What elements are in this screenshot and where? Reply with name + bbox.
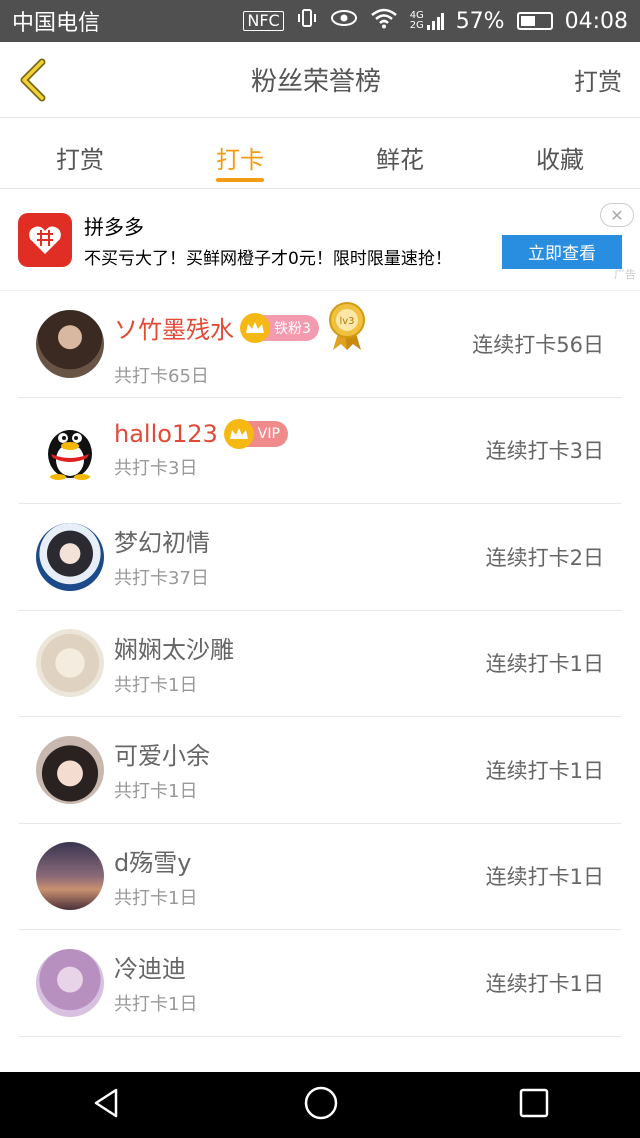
- fan-badge-label: 铁粉3: [274, 320, 311, 337]
- list-item[interactable]: d殇雪y 共打卡1日 连续打卡1日: [18, 824, 622, 930]
- avatar: [36, 735, 104, 804]
- user-name: d殇雪y: [114, 848, 192, 877]
- total-checkins: 共打卡1日: [114, 781, 198, 803]
- total-checkins: 共打卡1日: [114, 887, 198, 909]
- fan-badge: 铁粉3: [240, 312, 319, 343]
- system-nav-bar: [0, 1072, 640, 1138]
- user-name: 冷迪迪: [114, 955, 186, 984]
- ad-banner[interactable]: 拼多多 不买亏大了！买鲜网橙子才0元！限时限量速抢！ 立即查看 ✕ 广告: [0, 189, 640, 291]
- page-title: 粉丝荣誉榜: [250, 67, 381, 97]
- nav-recents-icon[interactable]: [518, 1087, 550, 1123]
- list-item[interactable]: 可爱小余 共打卡1日 连续打卡1日: [18, 717, 622, 824]
- eye-icon: [330, 8, 358, 34]
- wifi-icon: [370, 7, 398, 35]
- ad-close-icon[interactable]: ✕: [600, 203, 634, 227]
- tab-flowers[interactable]: 鲜花: [320, 118, 480, 188]
- nfc-icon: NFC: [243, 11, 284, 31]
- total-checkins: 共打卡3日: [114, 458, 198, 480]
- user-name: ソ竹墨残水: [114, 316, 234, 345]
- level-medal-label: lv3: [339, 316, 354, 327]
- avatar: [36, 629, 104, 698]
- total-checkins: 共打卡1日: [114, 674, 198, 696]
- status-icons: NFC 4G 2G 57% 04:08: [243, 7, 628, 35]
- tab-reward[interactable]: 打赏: [0, 118, 160, 188]
- ad-description: 不买亏大了！买鲜网橙子才0元！限时限量速抢！: [84, 248, 452, 269]
- avatar: [36, 522, 104, 591]
- vibrate-icon: [296, 7, 318, 35]
- avatar: [36, 416, 104, 485]
- list-item[interactable]: hallo123 VIP 共打卡3日 连续打卡3日: [18, 398, 622, 504]
- tab-checkin[interactable]: 打卡: [160, 118, 320, 188]
- avatar: [36, 948, 104, 1017]
- ad-cta-button[interactable]: 立即查看: [502, 234, 622, 269]
- user-name: 梦幻初情: [114, 529, 210, 558]
- total-checkins: 共打卡1日: [114, 994, 198, 1016]
- streak-label: 连续打卡3日: [485, 439, 604, 464]
- level-medal-icon: lv3: [327, 300, 367, 356]
- ad-title: 拼多多: [84, 214, 144, 239]
- streak-label: 连续打卡1日: [485, 758, 604, 783]
- checkin-ranking-list: ソ竹墨残水 铁粉3 lv3 共打卡65日 连续打卡56日 hallo123 VI…: [0, 291, 640, 1037]
- tab-bar: 打赏 打卡 鲜花 收藏: [0, 118, 640, 189]
- network-type-label: 4G 2G: [409, 10, 424, 31]
- vip-badge-label: VIP: [257, 426, 280, 443]
- pinduoduo-logo: [18, 212, 72, 267]
- streak-label: 连续打卡1日: [485, 971, 604, 996]
- crown-icon: [240, 312, 270, 343]
- chevron-left-icon: [20, 58, 46, 101]
- ad-label: 广告: [614, 268, 636, 281]
- list-item[interactable]: 娴娴太沙雕 共打卡1日 连续打卡1日: [18, 611, 622, 717]
- total-checkins: 共打卡65日: [114, 365, 209, 387]
- avatar: [36, 842, 104, 911]
- user-name: hallo123: [114, 420, 218, 449]
- back-button[interactable]: [18, 55, 58, 105]
- streak-label: 连续打卡1日: [485, 865, 604, 890]
- user-name: 可爱小余: [114, 742, 210, 771]
- status-bar: 中国电信 NFC 4G 2G 57% 04:08: [0, 0, 640, 42]
- battery-percent: 57%: [455, 8, 505, 34]
- vip-badge: VIP: [223, 419, 288, 450]
- user-name: 娴娴太沙雕: [114, 635, 234, 664]
- tab-favorites[interactable]: 收藏: [480, 118, 640, 188]
- nav-back-icon[interactable]: [90, 1086, 124, 1124]
- nav-home-icon[interactable]: [303, 1085, 339, 1125]
- list-item[interactable]: 梦幻初情 共打卡37日 连续打卡2日: [18, 504, 622, 611]
- signal-icon: 4G 2G: [410, 11, 444, 31]
- list-item[interactable]: 冷迪迪 共打卡1日 连续打卡1日: [18, 930, 622, 1037]
- crown-icon: [223, 419, 254, 450]
- app-header: 粉丝荣誉榜 打赏: [0, 42, 640, 118]
- streak-label: 连续打卡2日: [485, 545, 604, 570]
- qq-penguin-icon: [48, 430, 92, 481]
- reward-button[interactable]: 打赏: [574, 62, 622, 97]
- list-item[interactable]: ソ竹墨残水 铁粉3 lv3 共打卡65日 连续打卡56日: [18, 291, 622, 398]
- battery-icon: [516, 12, 553, 30]
- avatar: [36, 309, 104, 378]
- carrier-label: 中国电信: [12, 11, 101, 36]
- streak-label: 连续打卡56日: [472, 332, 604, 357]
- streak-label: 连续打卡1日: [485, 652, 604, 677]
- total-checkins: 共打卡37日: [114, 568, 209, 590]
- battery-fill: [520, 16, 535, 26]
- clock: 04:08: [564, 8, 628, 34]
